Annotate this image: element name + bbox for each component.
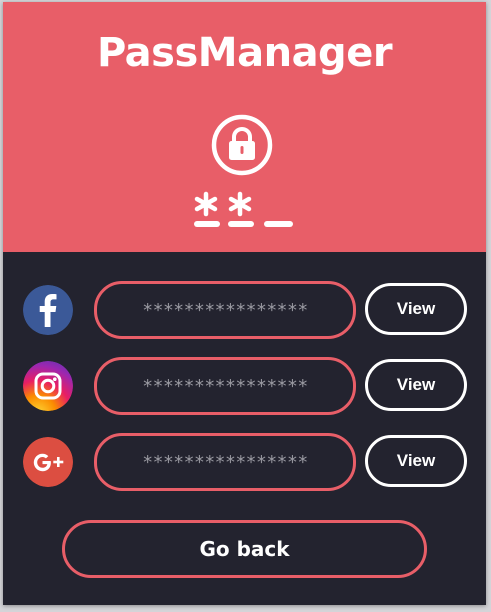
padlock-circle-icon — [211, 114, 273, 176]
app-header: PassManager — [3, 2, 486, 252]
password-asterisks-icon — [194, 191, 293, 227]
view-button[interactable]: View — [365, 359, 467, 411]
instagram-icon — [23, 361, 73, 411]
password-field[interactable]: **************** — [94, 433, 356, 491]
password-field[interactable]: **************** — [94, 357, 356, 415]
app-title: PassManager — [96, 30, 393, 76]
facebook-icon — [23, 285, 73, 335]
account-row-google-plus: **************** View — [3, 433, 486, 491]
app-card: PassManager **************** View ******… — [3, 2, 486, 605]
view-button[interactable]: View — [365, 435, 467, 487]
account-row-facebook: **************** View — [3, 281, 486, 339]
google-plus-icon — [23, 437, 73, 487]
account-row-instagram: **************** View — [3, 357, 486, 415]
password-field[interactable]: **************** — [94, 281, 356, 339]
go-back-button[interactable]: Go back — [62, 520, 427, 578]
view-button[interactable]: View — [365, 283, 467, 335]
